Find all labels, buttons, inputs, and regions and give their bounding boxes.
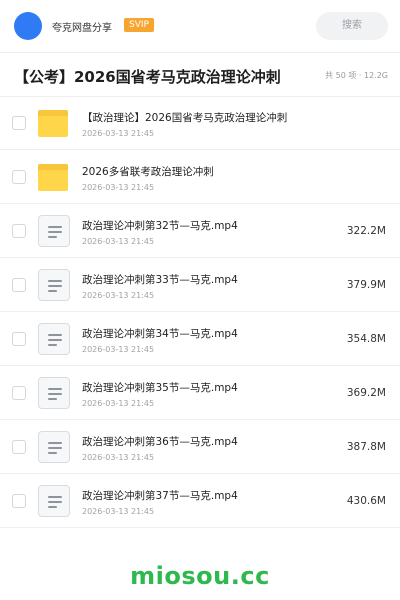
app-name: 夸克网盘分享 [52,23,112,34]
item-size: 379.9M [346,279,386,291]
item-size: 387.8M [346,441,386,453]
item-size: 369.2M [346,387,386,399]
search-input[interactable]: 搜索 [316,12,388,40]
item-name[interactable]: 政治理论冲刺第37节—马克.mp4 [82,488,238,503]
item-date: 2026-03-13 21:45 [82,453,155,462]
file-row[interactable]: 政治理论冲刺第34节—马克.mp4 2026-03-13 21:45 354.8M [0,312,400,366]
page-title: 【公考】2026国省考马克政治理论冲刺 [14,68,281,86]
header: 夸克网盘分享 SVIP 搜索 [0,0,400,52]
folder-icon [38,108,70,138]
file-icon [38,485,70,517]
item-date: 2026-03-13 21:45 [82,291,155,300]
item-date: 2026-03-13 21:45 [82,183,155,192]
item-name[interactable]: 政治理论冲刺第33节—马克.mp4 [82,272,238,287]
folder-icon [38,162,70,192]
row-checkbox[interactable] [12,494,26,508]
file-icon [38,431,70,463]
row-checkbox[interactable] [12,224,26,238]
item-name[interactable]: 政治理论冲刺第32节—马克.mp4 [82,218,238,233]
item-date: 2026-03-13 21:45 [82,237,155,246]
item-date: 2026-03-13 21:45 [82,345,155,354]
row-checkbox[interactable] [12,440,26,454]
file-row[interactable]: 政治理论冲刺第33节—马克.mp4 2026-03-13 21:45 379.9M [0,258,400,312]
svip-badge: SVIP [124,18,154,32]
watermark: miosou.cc [130,562,270,590]
file-row[interactable]: 政治理论冲刺第32节—马克.mp4 2026-03-13 21:45 322.2M [0,204,400,258]
file-icon [38,215,70,247]
file-icon [38,377,70,409]
item-name[interactable]: 【政治理论】2026国省考马克政治理论冲刺 [82,110,287,125]
folder-row[interactable]: 【政治理论】2026国省考马克政治理论冲刺 2026-03-13 21:45 [0,96,400,150]
file-icon [38,323,70,355]
item-name[interactable]: 政治理论冲刺第36节—马克.mp4 [82,434,238,449]
row-checkbox[interactable] [12,170,26,184]
item-date: 2026-03-13 21:45 [82,399,155,408]
row-checkbox[interactable] [12,386,26,400]
file-list: 【政治理论】2026国省考马克政治理论冲刺 2026-03-13 21:45 202… [0,96,400,528]
item-size: 354.8M [346,333,386,345]
item-name[interactable]: 政治理论冲刺第34节—马克.mp4 [82,326,238,341]
row-checkbox[interactable] [12,332,26,346]
file-icon [38,269,70,301]
file-row[interactable]: 政治理论冲刺第35节—马克.mp4 2026-03-13 21:45 369.2M [0,366,400,420]
item-date: 2026-03-13 21:45 [82,507,155,516]
header-divider [0,52,400,53]
item-date: 2026-03-13 21:45 [82,129,155,138]
file-row[interactable]: 政治理论冲刺第36节—马克.mp4 2026-03-13 21:45 387.8M [0,420,400,474]
item-size: 322.2M [346,225,386,237]
row-checkbox[interactable] [12,116,26,130]
item-name[interactable]: 2026多省联考政治理论冲刺 [82,164,214,179]
folder-meta: 共 50 项 · 12.2G [325,71,388,80]
row-checkbox[interactable] [12,278,26,292]
item-name[interactable]: 政治理论冲刺第35节—马克.mp4 [82,380,238,395]
item-size: 430.6M [346,495,386,507]
file-row[interactable]: 政治理论冲刺第37节—马克.mp4 2026-03-13 21:45 430.6M [0,474,400,528]
folder-row[interactable]: 2026多省联考政治理论冲刺 2026-03-13 21:45 [0,150,400,204]
avatar[interactable] [14,12,42,40]
